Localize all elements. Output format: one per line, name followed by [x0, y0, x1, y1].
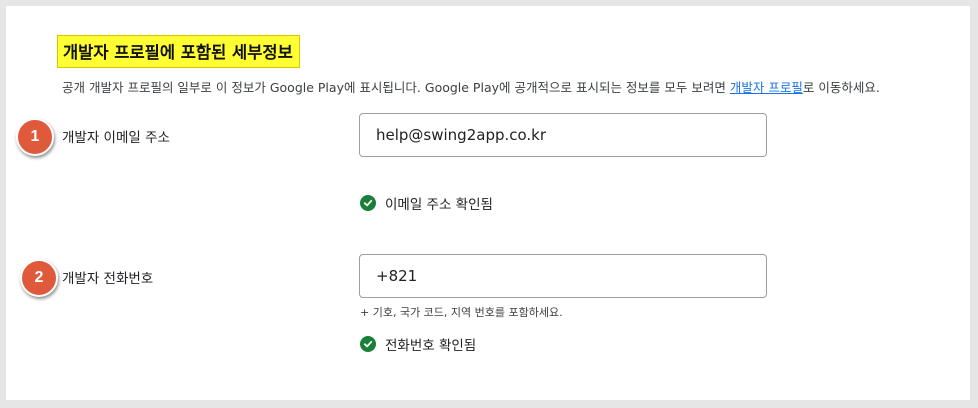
section-title-highlight: 개발자 프로필에 포함된 세부정보 — [57, 35, 300, 68]
description-text: 공개 개발자 프로필의 일부로 이 정보가 Google Play에 표시됩니다… — [62, 80, 730, 95]
section-title: 개발자 프로필에 포함된 세부정보 — [63, 43, 293, 62]
email-verified-text: 이메일 주소 확인됨 — [385, 197, 493, 213]
phone-field[interactable]: +821 — [359, 254, 767, 298]
email-field-value: help@swing2app.co.kr — [376, 126, 547, 144]
check-circle-icon — [360, 336, 376, 352]
section-description: 공개 개발자 프로필의 일부로 이 정보가 Google Play에 표시됩니다… — [62, 77, 880, 96]
phone-verified-text: 전화번호 확인됨 — [385, 338, 477, 354]
phone-field-value: +821 — [376, 267, 418, 285]
step-badge-2: 2 — [20, 259, 58, 297]
phone-hint: + 기호, 국가 코드, 지역 번호를 포함하세요. — [360, 306, 563, 319]
description-text-end: 로 이동하세요. — [802, 80, 880, 95]
email-verified-status: 이메일 주소 확인됨 — [360, 193, 493, 213]
check-circle-icon — [360, 195, 376, 211]
phone-label: 개발자 전화번호 — [62, 271, 154, 287]
developer-profile-link[interactable]: 개발자 프로필 — [730, 80, 803, 95]
step-badge-1: 1 — [16, 118, 54, 156]
email-label: 개발자 이메일 주소 — [62, 130, 170, 146]
email-field[interactable]: help@swing2app.co.kr — [359, 113, 767, 157]
phone-verified-status: 전화번호 확인됨 — [360, 334, 476, 354]
